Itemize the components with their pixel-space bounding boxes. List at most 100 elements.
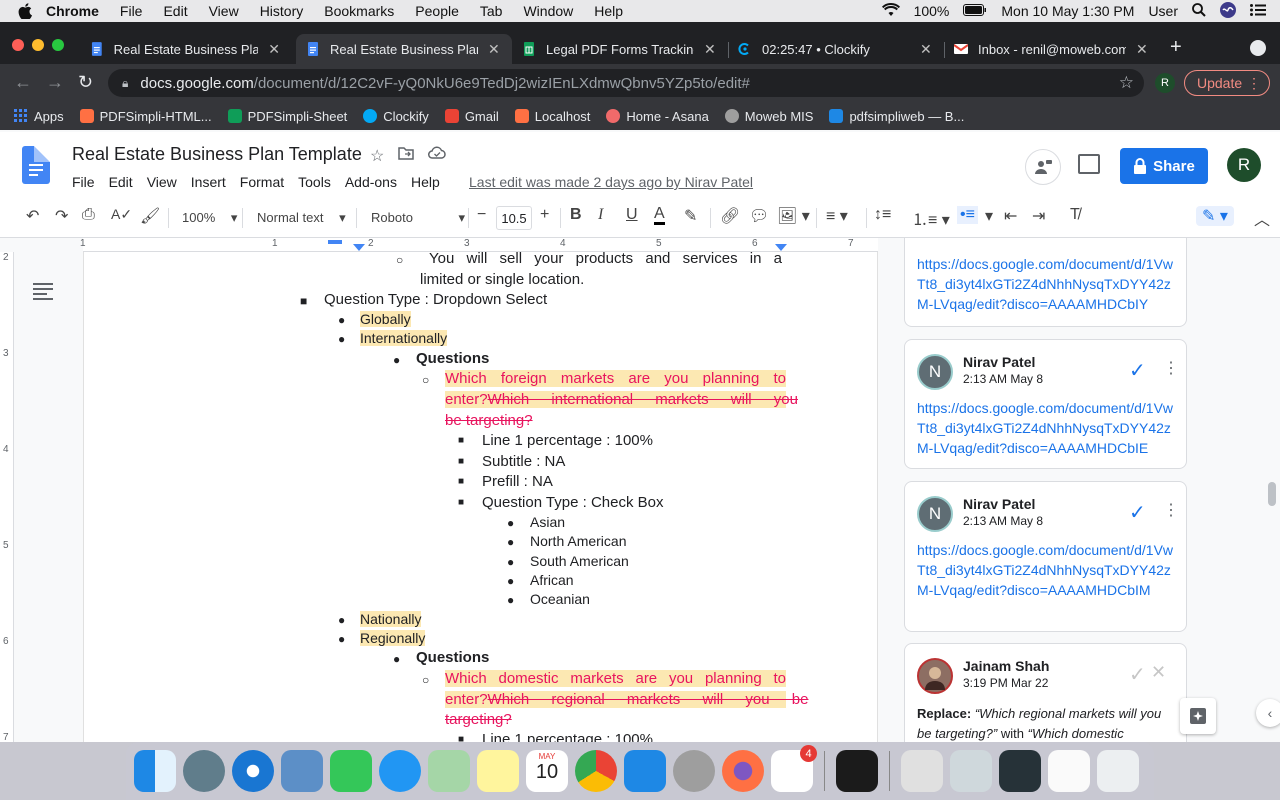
more-options-icon[interactable]: ⋮ xyxy=(1163,500,1179,520)
collapse-menus-icon[interactable]: ︿ xyxy=(1254,206,1270,230)
menu-people[interactable]: People xyxy=(415,3,459,19)
add-comment-fab-icon[interactable] xyxy=(1180,698,1216,734)
doc-line[interactable]: enter?Which international markets will y… xyxy=(445,391,798,408)
suggested-insert-text[interactable]: Which foreign markets are you planning t… xyxy=(445,370,786,387)
bulleted-list-icon[interactable]: •≡ xyxy=(957,206,978,224)
last-edit-link[interactable]: Last edit was made 2 days ago by Nirav P… xyxy=(469,174,753,190)
star-icon[interactable]: ☆ xyxy=(370,146,384,166)
menu-tab[interactable]: Tab xyxy=(480,3,503,19)
spotlight-search-icon[interactable] xyxy=(1192,2,1206,20)
close-tab-icon[interactable]: ✕ xyxy=(268,41,280,58)
doc-heading[interactable]: Questions xyxy=(416,649,489,666)
comment-link[interactable]: https://docs.google.com/document/d/1VwTt… xyxy=(917,398,1177,458)
bookmark-pdfsimpliweb[interactable]: pdfsimpliweb — B... xyxy=(829,109,964,124)
suggested-delete-text[interactable]: targeting? xyxy=(445,711,512,728)
option-text[interactable]: Globally xyxy=(360,311,411,327)
menubar-datetime[interactable]: Mon 10 May 1:30 PM xyxy=(1001,3,1134,19)
suggested-delete-text[interactable]: be targeting? xyxy=(445,412,533,429)
mail-icon[interactable] xyxy=(281,750,323,792)
facetime-icon[interactable] xyxy=(330,750,372,792)
bookmark-star-icon[interactable]: ☆ xyxy=(1119,73,1134,93)
doc-heading[interactable]: Questions xyxy=(416,350,489,367)
browser-tab-5[interactable]: Inbox - renil@moweb.com ✕ xyxy=(944,34,1160,64)
bookmark-localhost[interactable]: Localhost xyxy=(514,109,590,124)
option-text[interactable]: Oceanian xyxy=(530,591,590,607)
window-thumbnail-icon[interactable] xyxy=(950,750,992,792)
docs-menu-format[interactable]: Format xyxy=(240,174,284,190)
docs-menu-edit[interactable]: Edit xyxy=(109,174,133,190)
comment-card[interactable]: N Nirav Patel 2:13 AM May 8 ✓ ⋮ https://… xyxy=(904,339,1187,469)
close-tab-icon[interactable]: ✕ xyxy=(920,41,932,58)
doc-line[interactable]: Prefill : NA xyxy=(482,473,553,490)
close-tab-icon[interactable]: ✕ xyxy=(704,41,716,58)
comment-card[interactable]: https://docs.google.com/document/d/1VwTt… xyxy=(904,238,1187,327)
back-icon[interactable]: ← xyxy=(14,72,32,93)
underline-icon[interactable]: U xyxy=(626,206,638,224)
tab-search-icon[interactable] xyxy=(1250,40,1266,56)
left-indent-marker[interactable] xyxy=(353,244,365,251)
first-line-indent-marker[interactable] xyxy=(328,240,342,244)
safari-icon[interactable] xyxy=(232,750,274,792)
option-text[interactable]: Internationally xyxy=(360,330,448,346)
google-docs-logo-icon[interactable] xyxy=(22,146,50,184)
finder-icon[interactable] xyxy=(134,750,176,792)
font-family-select[interactable]: Roboto ▾ xyxy=(371,210,465,226)
window-thumbnail-icon[interactable] xyxy=(999,750,1041,792)
close-tab-icon[interactable]: ✕ xyxy=(488,41,500,58)
bookmark-asana[interactable]: Home - Asana xyxy=(606,109,709,124)
doc-line[interactable]: You will sell your products and services… xyxy=(429,250,782,267)
bookmark-pdfsimpli-html[interactable]: PDFSimpli-HTML... xyxy=(79,109,212,124)
print-icon[interactable]: ⎙ xyxy=(82,206,95,224)
firefox-icon[interactable] xyxy=(722,750,764,792)
minimize-window-button[interactable] xyxy=(32,39,44,51)
lock-icon[interactable]: 🔒︎ xyxy=(122,76,128,91)
maps-icon[interactable] xyxy=(428,750,470,792)
doc-line[interactable]: Subtitle : NA xyxy=(482,453,565,470)
bookmark-moweb-mis[interactable]: Moweb MIS xyxy=(724,109,813,124)
reload-icon[interactable]: ↻ xyxy=(78,72,93,93)
doc-line[interactable]: Question Type : Check Box xyxy=(482,494,664,511)
browser-tab-3[interactable]: Legal PDF Forms Tracking ✕ xyxy=(512,34,728,64)
account-avatar[interactable]: R xyxy=(1227,148,1261,182)
option-text[interactable]: Asian xyxy=(530,514,565,530)
profile-avatar[interactable]: R xyxy=(1155,73,1175,93)
menu-bookmarks[interactable]: Bookmarks xyxy=(324,3,394,19)
browser-tab-1[interactable]: Real Estate Business Plan T ✕ xyxy=(80,34,290,64)
line-spacing-icon[interactable]: ↕≡ xyxy=(874,206,891,224)
chrome-icon[interactable] xyxy=(575,750,617,792)
bookmark-gmail[interactable]: Gmail xyxy=(444,109,499,124)
messages-icon[interactable] xyxy=(379,750,421,792)
spellcheck-icon[interactable]: A✓ xyxy=(111,206,132,223)
docs-menu-addons[interactable]: Add-ons xyxy=(345,174,397,190)
docs-menu-help[interactable]: Help xyxy=(411,174,440,190)
decrease-font-size-icon[interactable]: − xyxy=(477,206,486,224)
option-text[interactable]: Nationally xyxy=(360,611,422,627)
font-size-input[interactable]: 10.5 xyxy=(496,206,532,230)
doc-line[interactable]: Line 1 percentage : 100% xyxy=(482,432,653,449)
insert-link-icon[interactable]: 🔗︎ xyxy=(720,206,740,226)
maximize-window-button[interactable] xyxy=(52,39,64,51)
wifi-icon[interactable] xyxy=(881,2,900,20)
undo-icon[interactable]: ↶ xyxy=(26,206,39,226)
address-bar[interactable]: 🔒︎ docs.google.com /document/d/12C2vF-yQ… xyxy=(108,69,1144,97)
bookmark-apps[interactable]: Apps xyxy=(14,109,64,124)
text-color-icon[interactable]: A xyxy=(654,206,665,225)
comment-history-icon[interactable] xyxy=(1078,154,1100,174)
numbered-list-icon[interactable]: ⒈≡ ▾ xyxy=(912,206,950,230)
launchpad-icon[interactable] xyxy=(183,750,225,792)
doc-line[interactable]: enter?Which regional markets will you be xyxy=(445,691,808,708)
resolve-check-icon[interactable]: ✓ xyxy=(1129,500,1146,525)
battery-icon[interactable] xyxy=(963,3,987,19)
notification-center-icon[interactable] xyxy=(1250,3,1266,19)
increase-indent-icon[interactable]: ⇥ xyxy=(1032,206,1045,226)
menu-app-name[interactable]: Chrome xyxy=(46,3,99,19)
redo-icon[interactable]: ↷ xyxy=(55,206,68,226)
side-panel-toggle-icon[interactable]: ‹ xyxy=(1256,699,1280,727)
vertical-ruler[interactable] xyxy=(0,252,14,742)
option-text[interactable]: North American xyxy=(530,533,626,549)
editing-mode-icon[interactable]: ✎ ▾ xyxy=(1196,206,1234,226)
forward-icon[interactable]: → xyxy=(46,72,64,93)
reject-suggestion-icon[interactable]: ✕ xyxy=(1151,662,1166,683)
document-page[interactable] xyxy=(83,252,878,742)
siri-icon[interactable] xyxy=(1220,1,1236,21)
